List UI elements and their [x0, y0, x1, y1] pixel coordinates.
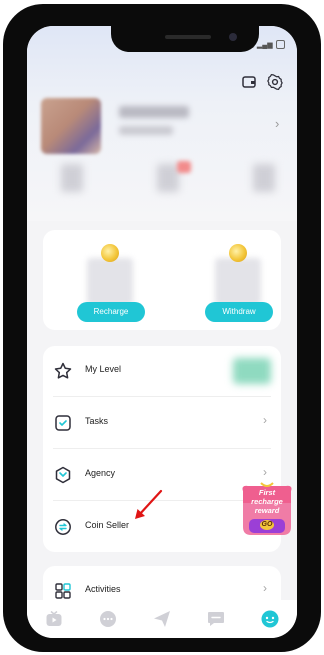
app-screen: › ▮ ▂▄▆ Recharge	[27, 26, 297, 638]
user-id-blurred	[119, 126, 173, 135]
stat-blurred[interactable]	[61, 164, 83, 192]
wallet-card: Recharge Withdraw	[43, 230, 281, 330]
tasks-icon	[55, 415, 71, 431]
notification-dot	[177, 161, 191, 173]
tab-live[interactable]	[27, 600, 81, 638]
badge-go-text: GO	[261, 521, 273, 528]
bottom-tab-bar	[27, 600, 297, 638]
phone-frame: › ▮ ▂▄▆ Recharge	[3, 4, 321, 652]
grid-icon	[55, 583, 71, 599]
side-button	[3, 154, 6, 198]
menu-item-label: Tasks	[85, 416, 109, 426]
battery-icon	[275, 40, 285, 49]
chevron-right-icon: ›	[263, 465, 267, 479]
side-button	[3, 206, 6, 250]
divider	[53, 448, 271, 449]
diamond-balance-blurred	[215, 258, 261, 306]
menu-item-label: My Level	[85, 364, 122, 374]
menu-item-tasks[interactable]: Tasks ›	[43, 398, 281, 448]
menu-item-my-level[interactable]: My Level	[43, 346, 281, 396]
profile-header: ›	[27, 26, 297, 221]
avatar[interactable]	[41, 98, 101, 154]
send-icon	[154, 611, 170, 627]
message-icon	[208, 612, 224, 626]
username-blurred	[119, 106, 189, 118]
tab-messages[interactable]	[189, 600, 243, 638]
coin-icon	[229, 244, 247, 262]
menu-item-label: Coin Seller	[85, 520, 130, 530]
tab-profile[interactable]	[243, 600, 297, 638]
recharge-section: Recharge	[77, 244, 147, 324]
profile-icon	[261, 610, 279, 628]
withdraw-button[interactable]: Withdraw	[205, 302, 273, 322]
coin-icon	[101, 244, 119, 262]
badge-text: recharge	[251, 497, 283, 506]
tab-chat[interactable]	[81, 600, 135, 638]
coin-seller-icon	[55, 519, 71, 535]
tv-icon	[46, 610, 62, 626]
first-recharge-reward-badge[interactable]: First recharge reward GO	[239, 481, 295, 539]
profile-chevron-icon[interactable]: ›	[275, 116, 279, 131]
camera	[229, 33, 237, 41]
side-button	[3, 114, 6, 142]
annotation-arrow-icon	[135, 489, 163, 519]
coin-balance-blurred	[87, 258, 133, 306]
menu-item-label: Activities	[85, 584, 121, 594]
withdraw-section: Withdraw	[205, 244, 275, 324]
recharge-button[interactable]: Recharge	[77, 302, 145, 322]
chevron-right-icon: ›	[263, 581, 267, 595]
speaker	[165, 35, 211, 39]
notch	[111, 26, 259, 52]
chevron-right-icon: ›	[263, 413, 267, 427]
badge-text: reward	[254, 506, 280, 515]
signal-icon: ▂▄▆	[256, 41, 273, 49]
stat-blurred[interactable]	[253, 164, 275, 192]
wallet-icon[interactable]	[241, 74, 257, 90]
level-badge-blurred	[233, 358, 271, 384]
star-icon	[54, 362, 72, 379]
stat-blurred[interactable]	[157, 164, 179, 192]
gear-icon[interactable]	[267, 74, 283, 90]
menu-item-label: Agency	[85, 468, 116, 478]
badge-text: First	[258, 488, 276, 497]
agency-icon	[55, 466, 71, 484]
chat-bubbles-icon	[100, 611, 116, 627]
divider	[53, 396, 271, 397]
tab-moments[interactable]	[135, 600, 189, 638]
